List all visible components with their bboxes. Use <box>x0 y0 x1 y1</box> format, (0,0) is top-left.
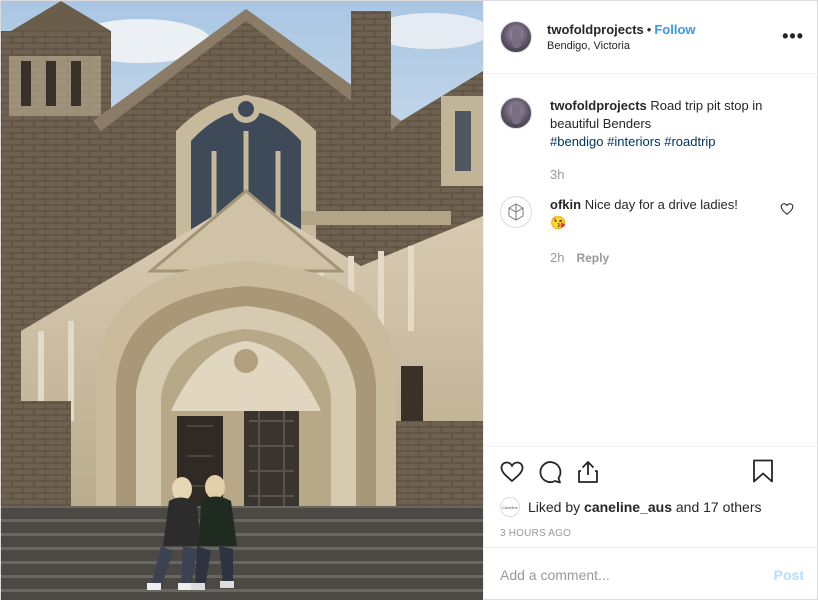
post-side-panel: twofoldprojects • Follow Bendigo, Victoria… <box>483 1 818 600</box>
kiss-emoji: 😘 <box>550 215 567 230</box>
bookmark-icon[interactable] <box>752 459 774 483</box>
comment-time[interactable]: 2h <box>550 250 564 265</box>
hashtag-link[interactable]: #interiors <box>607 134 660 149</box>
likes-line: Caneline Liked by caneline_aus and 17 ot… <box>500 497 804 517</box>
comment-username[interactable]: ofkin <box>550 197 581 212</box>
add-comment-bar: Post <box>484 547 818 600</box>
caption-time[interactable]: 3h <box>550 167 564 182</box>
likes-count[interactable]: and 17 others <box>676 499 762 515</box>
actions-section: Caneline Liked by caneline_aus and 17 ot… <box>484 446 818 546</box>
header-username[interactable]: twofoldprojects <box>547 22 644 37</box>
comment-text: Nice day for a drive ladies! <box>584 197 738 212</box>
action-icons <box>500 447 804 497</box>
hashtag-link[interactable]: #bendigo <box>550 134 604 149</box>
post-photo[interactable] <box>1 1 483 600</box>
comment-icon[interactable] <box>538 460 562 484</box>
caption-avatar[interactable] <box>500 97 532 129</box>
header-meta: twofoldprojects • Follow Bendigo, Victoria <box>547 22 696 52</box>
post-header: twofoldprojects • Follow Bendigo, Victoria… <box>484 1 818 74</box>
caption: twofoldprojects Road trip pit stop in be… <box>500 97 804 184</box>
comment-item: ofkin Nice day for a drive ladies! 😘 2h R… <box>500 196 804 267</box>
caption-username[interactable]: twofoldprojects <box>550 98 647 113</box>
comment-text-line: ofkin Nice day for a drive ladies! 😘 <box>550 196 790 232</box>
comment-avatar[interactable] <box>500 196 532 228</box>
add-comment-input[interactable] <box>500 566 774 583</box>
more-horizontal-icon[interactable]: ••• <box>782 27 804 45</box>
instagram-post: twofoldprojects • Follow Bendigo, Victoria… <box>0 0 818 600</box>
caption-text-line: twofoldprojects Road trip pit stop in be… <box>550 97 790 151</box>
ofkin-logo-icon <box>508 203 524 221</box>
liker-username[interactable]: caneline_aus <box>584 499 672 515</box>
comment-body: ofkin Nice day for a drive ladies! 😘 2h R… <box>550 196 790 267</box>
reply-button[interactable]: Reply <box>576 251 609 265</box>
likes-prefix: Liked by <box>528 499 581 515</box>
user-avatar[interactable] <box>500 21 532 53</box>
heart-icon[interactable] <box>500 460 524 484</box>
post-comment-button[interactable]: Post <box>774 567 804 583</box>
comments-section: twofoldprojects Road trip pit stop in be… <box>484 75 818 445</box>
cathedral-image <box>1 1 483 600</box>
caption-body: twofoldprojects Road trip pit stop in be… <box>550 97 790 184</box>
comment-meta: 2h Reply <box>550 249 790 267</box>
follow-button[interactable]: Follow <box>654 22 695 37</box>
comment-like-heart-icon[interactable] <box>780 202 794 219</box>
hashtag-link[interactable]: #roadtrip <box>664 134 715 149</box>
separator-dot: • <box>646 22 652 37</box>
liker-avatar[interactable]: Caneline <box>500 497 520 517</box>
post-timestamp[interactable]: 3 HOURS AGO <box>500 528 804 539</box>
share-icon[interactable] <box>576 460 600 484</box>
location-link[interactable]: Bendigo, Victoria <box>547 40 696 52</box>
caption-meta: 3h <box>550 166 790 184</box>
